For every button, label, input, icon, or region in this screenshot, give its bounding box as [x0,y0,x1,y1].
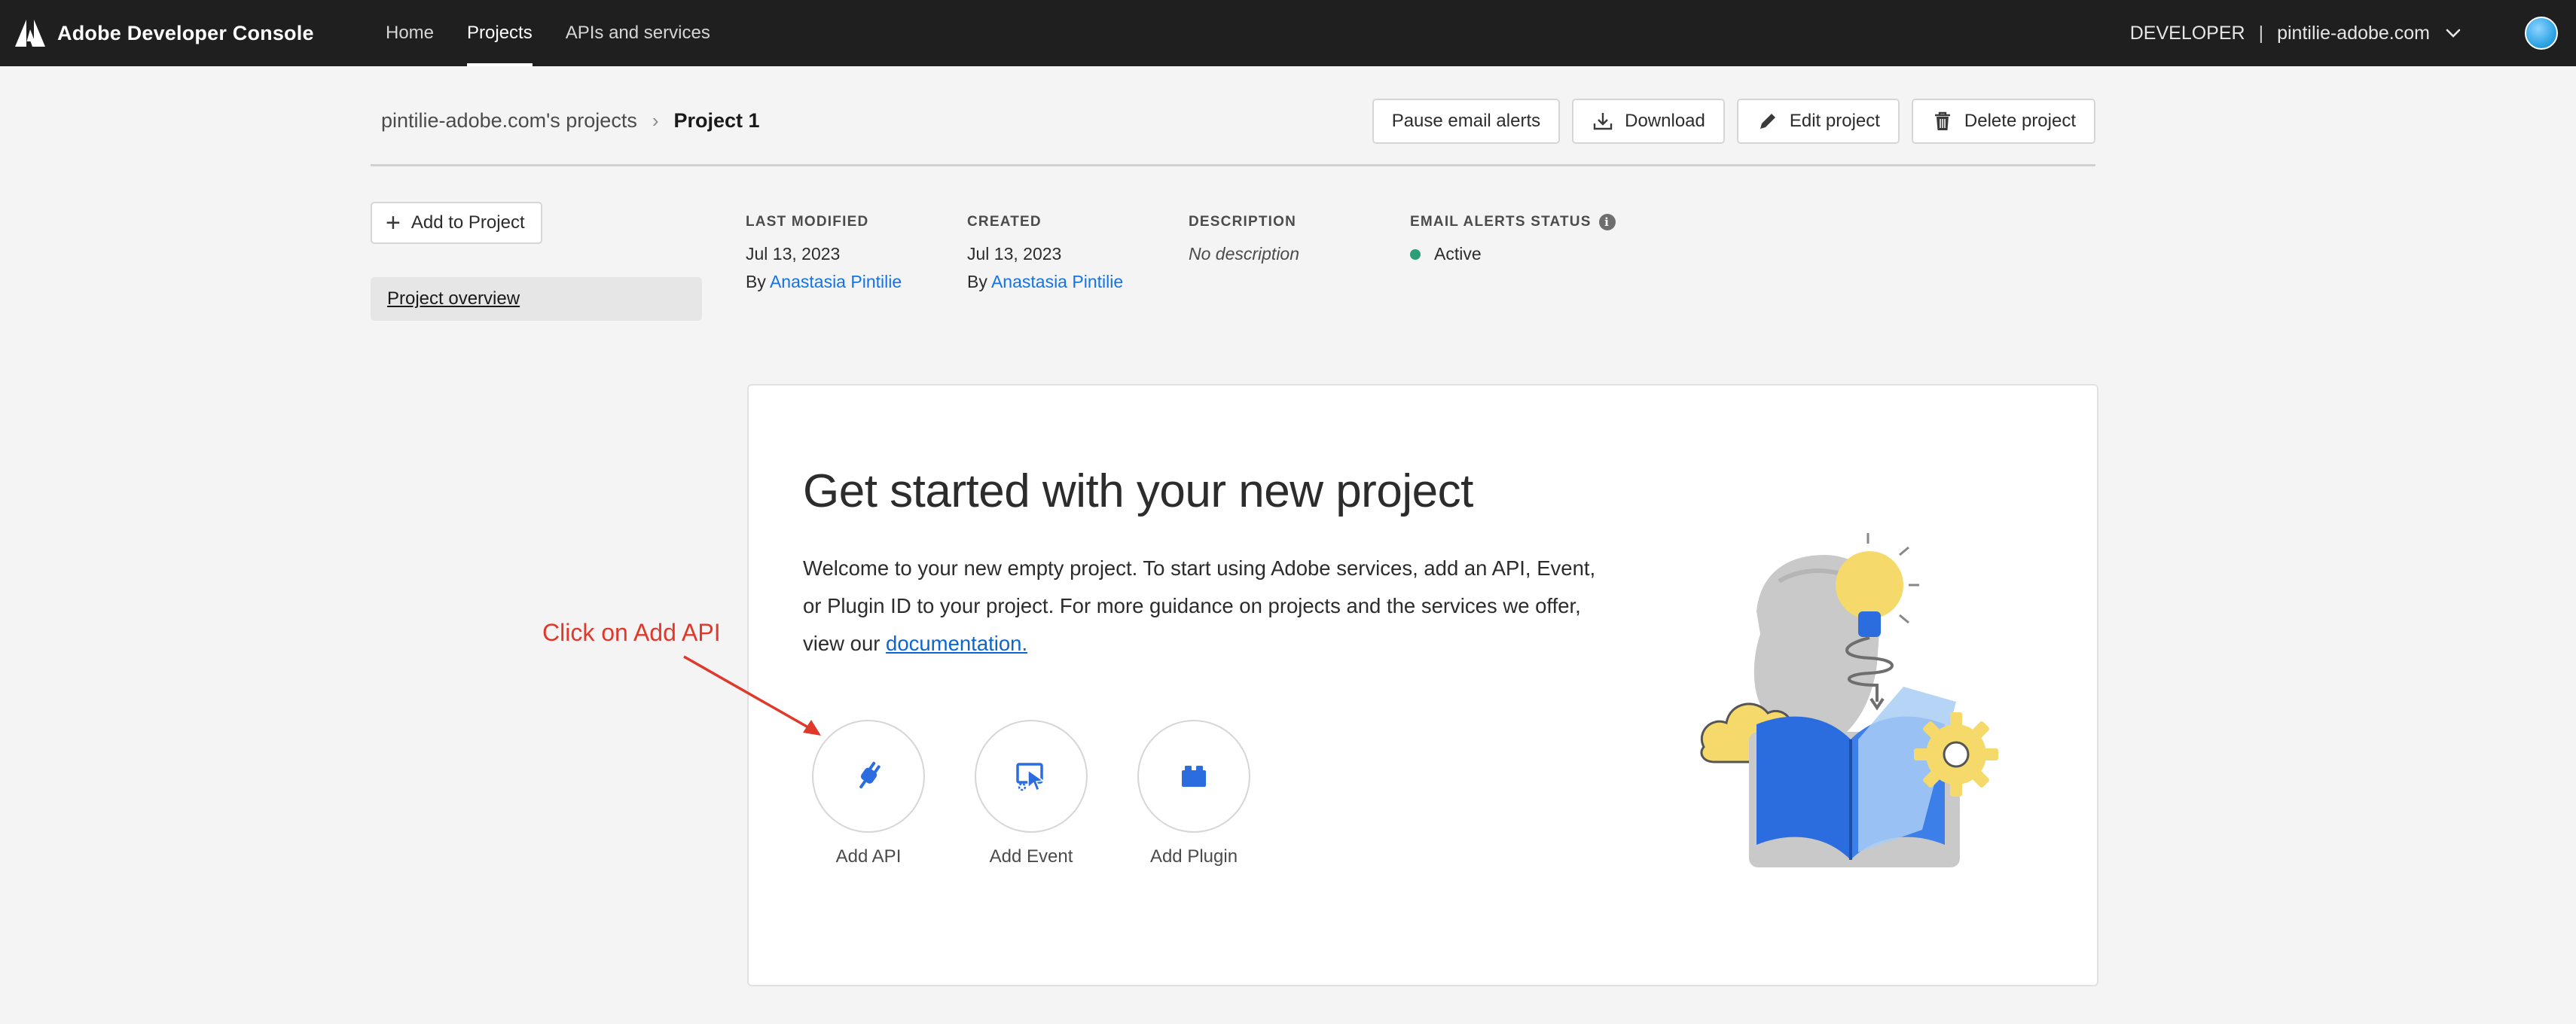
org-separator: | [2258,22,2264,44]
description-label: DESCRIPTION [1189,214,1297,230]
meta-description: DESCRIPTION No description [1189,214,1299,264]
org-role: DEVELOPER [2129,22,2245,44]
created-label: CREATED [967,214,1042,230]
project-header: pintilie-adobe.com's projects › Project … [371,94,2095,166]
project-illustration [1700,533,1998,867]
delete-project-button[interactable]: Delete project [1911,99,2095,144]
download-label: Download [1625,111,1705,131]
by-prefix: By [967,272,987,291]
info-icon[interactable]: i [1598,214,1616,230]
top-navigation-bar: Adobe Developer Console Home Projects AP… [0,0,2576,66]
breadcrumb-current: Project 1 [673,109,760,132]
get-started-card: Get started with your new project Welcom… [747,384,2098,986]
add-api-circle[interactable] [812,720,925,833]
breadcrumb-parent-link[interactable]: pintilie-adobe.com's projects [381,109,637,133]
nav-apis-and-services[interactable]: APIs and services [549,0,727,66]
email-alerts-label-row: EMAIL ALERTS STATUS i [1410,214,1616,230]
add-event-label: Add Event [989,846,1073,867]
card-title: Get started with your new project [803,465,1473,517]
edit-project-button[interactable]: Edit project [1736,99,1900,144]
created-date: Jul 13, 2023 [967,244,1062,264]
brand-name: Adobe Developer Console [57,21,314,44]
add-to-project-button[interactable]: + Add to Project [371,202,542,244]
main-nav: Home Projects APIs and services [369,0,727,66]
plug-icon [859,761,881,789]
description-value: No description [1189,244,1300,264]
meta-email-alerts: EMAIL ALERTS STATUS i Active [1410,214,1616,264]
event-cursor-icon [1016,763,1045,792]
brand[interactable]: Adobe Developer Console [15,0,314,66]
status-dot [1410,248,1421,260]
download-icon [1593,113,1613,130]
org-name: pintilie-adobe.com [2277,22,2430,44]
pencil-icon [1760,114,1775,129]
chevron-down-icon[interactable] [2443,23,2463,43]
breadcrumb-separator: › [652,109,659,132]
add-plugin-label: Add Plugin [1149,846,1238,867]
meta-last-modified: LAST MODIFIED Jul 13, 2023 By Anastasia … [746,214,902,292]
last-modified-by: By Anastasia Pintilie [746,272,902,292]
last-modified-label: LAST MODIFIED [746,214,869,230]
nav-home[interactable]: Home [369,0,450,66]
add-api-tile[interactable]: Add API [812,720,925,867]
created-by: By Anastasia Pintilie [967,272,1123,292]
add-event-tile[interactable]: Add Event [975,720,1088,867]
card-body: Welcome to your new empty project. To st… [803,550,1601,663]
org-switcher[interactable]: DEVELOPER | pintilie-adobe.com [2130,0,2463,66]
project-actions: Pause email alerts Download Edit project… [1372,99,2095,144]
documentation-link[interactable]: documentation. [886,632,1027,655]
meta-created: CREATED Jul 13, 2023 By Anastasia Pintil… [967,214,1123,292]
by-prefix: By [746,272,766,291]
plugin-block-icon [1182,766,1206,787]
pause-email-alerts-label: Pause email alerts [1391,111,1541,131]
email-alerts-value: Active [1434,244,1482,264]
delete-project-label: Delete project [1964,111,2076,131]
breadcrumb: pintilie-adobe.com's projects › Project … [381,109,760,133]
created-user-link[interactable]: Anastasia Pintilie [991,272,1123,291]
download-button[interactable]: Download [1572,99,1725,144]
trash-icon [1934,111,1950,130]
edit-project-label: Edit project [1789,111,1880,131]
add-plugin-tile[interactable]: Add Plugin [1137,720,1250,867]
add-to-project-label: Add to Project [411,212,525,233]
user-avatar[interactable] [2525,17,2558,50]
pause-email-alerts-button[interactable]: Pause email alerts [1372,99,1561,144]
last-modified-date: Jul 13, 2023 [746,244,841,264]
adobe-logo-icon [15,20,45,47]
sidebar-item-project-overview[interactable]: Project overview [371,277,702,321]
plus-icon: + [386,209,401,237]
email-alerts-status: Active [1410,244,1616,264]
nav-projects[interactable]: Projects [450,0,549,66]
annotation-arrow-icon [683,655,821,736]
add-plugin-circle[interactable] [1137,720,1250,833]
annotation-text: Click on Add API [542,619,721,646]
email-alerts-label: EMAIL ALERTS STATUS [1410,214,1592,230]
add-event-circle[interactable] [975,720,1088,833]
add-api-label: Add API [835,846,902,867]
last-modified-user-link[interactable]: Anastasia Pintilie [770,272,902,291]
